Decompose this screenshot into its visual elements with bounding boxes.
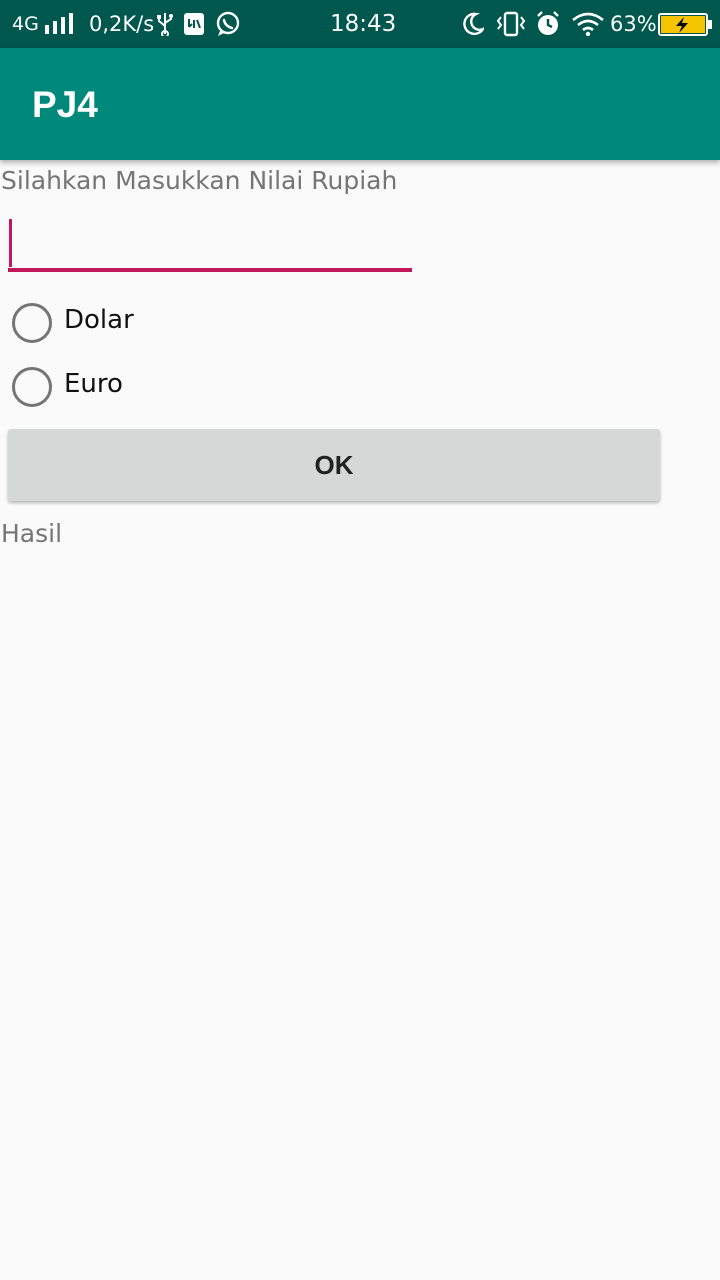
network-type: 4G bbox=[12, 13, 39, 35]
battery-percent: 63% bbox=[610, 12, 657, 36]
sd-card-icon bbox=[183, 12, 205, 40]
app-bar: PJ4 bbox=[0, 48, 720, 160]
usb-icon bbox=[156, 12, 174, 40]
radio-euro-label[interactable]: Euro bbox=[64, 368, 123, 400]
result-label: Hasil bbox=[1, 519, 63, 548]
alarm-icon bbox=[535, 11, 561, 41]
clock: 18:43 bbox=[330, 11, 397, 37]
ok-button[interactable]: OK bbox=[8, 429, 660, 501]
network-speed: 0,2K/s bbox=[89, 12, 155, 36]
signal-icon bbox=[44, 13, 74, 39]
vibrate-icon bbox=[496, 11, 526, 41]
battery-icon bbox=[658, 13, 714, 41]
radio-dolar[interactable]: Dolar bbox=[10, 300, 310, 348]
radio-circle-icon[interactable] bbox=[12, 303, 52, 343]
rupiah-input[interactable] bbox=[8, 214, 412, 272]
whatsapp-icon bbox=[215, 11, 241, 41]
radio-dolar-label[interactable]: Dolar bbox=[64, 304, 134, 336]
moon-icon bbox=[462, 12, 487, 40]
prompt-label: Silahkan Masukkan Nilai Rupiah bbox=[1, 166, 398, 195]
text-cursor bbox=[9, 219, 12, 267]
status-bar: 4G 0,2K/s 18:43 63% bbox=[0, 0, 720, 48]
radio-euro[interactable]: Euro bbox=[10, 364, 310, 412]
radio-circle-icon[interactable] bbox=[12, 367, 52, 407]
wifi-icon bbox=[571, 12, 605, 40]
app-title: PJ4 bbox=[32, 84, 98, 125]
